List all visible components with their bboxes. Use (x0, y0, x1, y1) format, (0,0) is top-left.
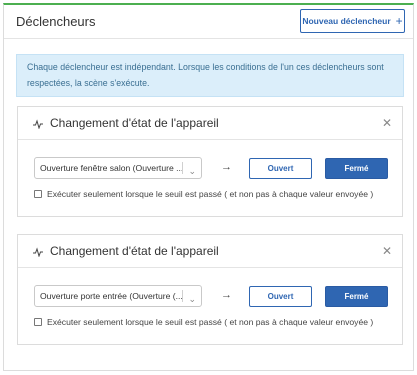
trigger-card-header: Changement d'état de l'appareil ✕ (18, 235, 402, 268)
arrow-right-icon: → (221, 289, 232, 301)
threshold-checkbox[interactable] (34, 318, 42, 326)
new-trigger-label: Nouveau déclencheur (302, 16, 391, 26)
close-icon[interactable]: ✕ (382, 244, 392, 258)
info-message: Chaque déclencheur est indépendant. Lors… (16, 54, 404, 97)
panel-title: Déclencheurs (16, 14, 96, 29)
device-select[interactable]: Ouverture porte entrée (Ouverture (... ⌄ (34, 285, 202, 307)
open-state-button[interactable]: Ouvert (249, 286, 312, 307)
plus-icon: + (395, 14, 403, 28)
chevron-down-icon: ⌄ (188, 294, 196, 304)
closed-state-button[interactable]: Fermé (325, 158, 388, 179)
open-state-button[interactable]: Ouvert (249, 158, 312, 179)
select-divider (182, 162, 183, 174)
select-divider (182, 290, 183, 302)
activity-pulse-icon (33, 247, 43, 257)
trigger-card-header: Changement d'état de l'appareil ✕ (18, 107, 402, 140)
triggers-panel: Déclencheurs Nouveau déclencheur + Chaqu… (3, 3, 414, 371)
device-select-value: Ouverture porte entrée (Ouverture (... (40, 291, 183, 301)
threshold-label: Exécuter seulement lorsque le seuil est … (47, 317, 374, 327)
closed-state-button[interactable]: Fermé (325, 286, 388, 307)
trigger-card: Changement d'état de l'appareil ✕ Ouvert… (17, 106, 403, 217)
chevron-down-icon: ⌄ (188, 166, 196, 176)
trigger-card-title: Changement d'état de l'appareil (50, 116, 219, 130)
device-select[interactable]: Ouverture fenêtre salon (Ouverture ... ⌄ (34, 157, 202, 179)
arrow-right-icon: → (221, 161, 232, 173)
threshold-option: Exécuter seulement lorsque le seuil est … (34, 317, 373, 327)
threshold-label: Exécuter seulement lorsque le seuil est … (47, 189, 374, 199)
activity-pulse-icon (33, 119, 43, 129)
threshold-checkbox[interactable] (34, 190, 42, 198)
trigger-card: Changement d'état de l'appareil ✕ Ouvert… (17, 234, 403, 345)
info-line-1: Chaque déclencheur est indépendant. Lors… (27, 62, 384, 72)
trigger-card-title: Changement d'état de l'appareil (50, 244, 219, 258)
panel-header: Déclencheurs Nouveau déclencheur + (4, 5, 413, 39)
device-select-value: Ouverture fenêtre salon (Ouverture ... (40, 163, 184, 173)
new-trigger-button[interactable]: Nouveau déclencheur + (300, 9, 405, 33)
close-icon[interactable]: ✕ (382, 116, 392, 130)
info-line-2: respectées, la scène s'exécute. (27, 78, 150, 88)
threshold-option: Exécuter seulement lorsque le seuil est … (34, 189, 373, 199)
